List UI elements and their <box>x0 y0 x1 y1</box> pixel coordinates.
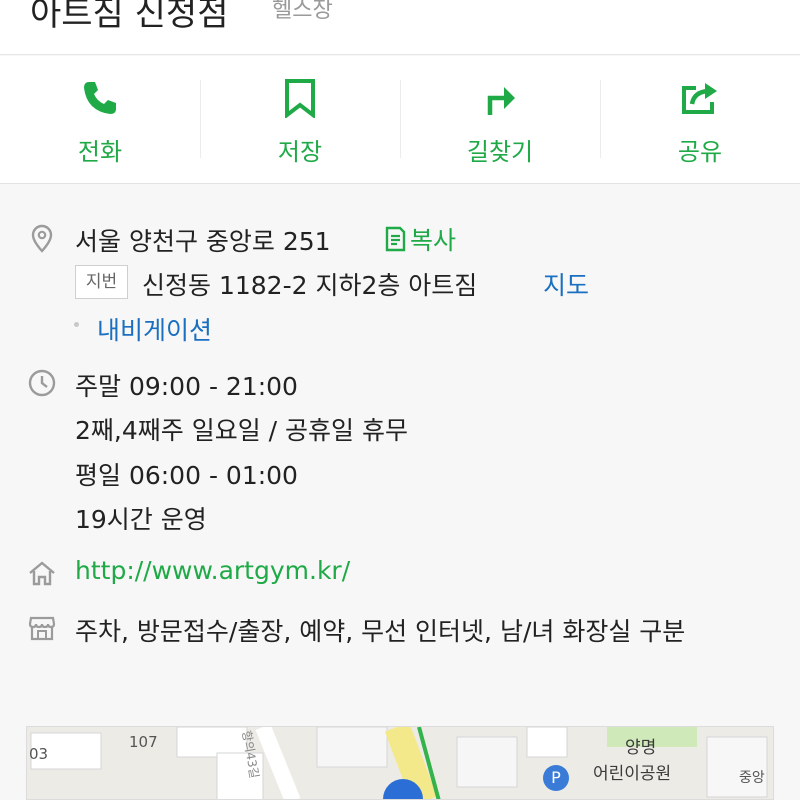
hours-closed-days: 2째,4째주 일요일 / 공휴일 휴무 <box>75 416 408 445</box>
jibun-address: 신정동 1182-2 지하2층 아트짐 <box>142 271 478 300</box>
map-label-03: 03 <box>29 745 49 763</box>
navigation-link[interactable]: 내비게이션 <box>97 311 212 347</box>
road-address: 서울 양천구 중앙로 251 <box>75 227 331 256</box>
website-link[interactable]: http://www.artgym.kr/ <box>75 556 350 585</box>
save-label: 저장 <box>277 138 323 166</box>
place-header: 아트짐 신정점 헬스장 <box>0 0 800 55</box>
clock-icon <box>28 369 56 397</box>
map-label-park: 어린이공원 <box>593 764 672 784</box>
parking-marker: P <box>543 765 569 791</box>
hours-operation: 19시간 운영 <box>75 505 207 534</box>
directions-icon <box>487 87 515 115</box>
action-bar: 전화 저장 길찾기 공유 <box>0 56 800 184</box>
call-label: 전화 <box>77 138 123 166</box>
hours-weekday: 평일 06:00 - 01:00 <box>75 461 298 490</box>
home-icon <box>29 561 55 586</box>
jibun-tag: 지번 <box>75 265 128 299</box>
copy-label: 복사 <box>410 226 457 255</box>
bookmark-icon <box>285 79 315 118</box>
place-category: 헬스장 <box>272 0 333 23</box>
map-label-107: 107 <box>129 733 158 751</box>
call-button[interactable]: 전화 <box>0 56 200 184</box>
save-button[interactable]: 저장 <box>200 56 400 184</box>
copy-icon <box>385 226 406 252</box>
map-label-yangmyeong: 양명 <box>625 738 657 758</box>
store-icon <box>28 616 56 641</box>
amenities-list: 주차, 방문접수/출장, 예약, 무선 인터넷, 남/녀 화장실 구분 <box>75 617 686 646</box>
directions-button[interactable]: 길찾기 <box>400 56 600 184</box>
map-preview[interactable]: 03 107 양명 어린이공원 중앙 P 항의43길 <box>26 726 774 800</box>
share-button[interactable]: 공유 <box>600 56 800 184</box>
hours-weekend: 주말 09:00 - 21:00 <box>75 372 298 401</box>
directions-label: 길찾기 <box>466 138 534 166</box>
map-label-jungang: 중앙 <box>739 770 765 786</box>
copy-address-button[interactable]: 복사 <box>384 222 456 256</box>
share-label: 공유 <box>677 138 723 166</box>
share-icon <box>682 83 717 114</box>
location-pin-icon <box>31 224 53 253</box>
bullet-dot <box>74 322 79 327</box>
place-name: 아트짐 신정점 <box>30 0 229 34</box>
map-link[interactable]: 지도 <box>543 266 589 302</box>
phone-icon <box>84 82 116 114</box>
